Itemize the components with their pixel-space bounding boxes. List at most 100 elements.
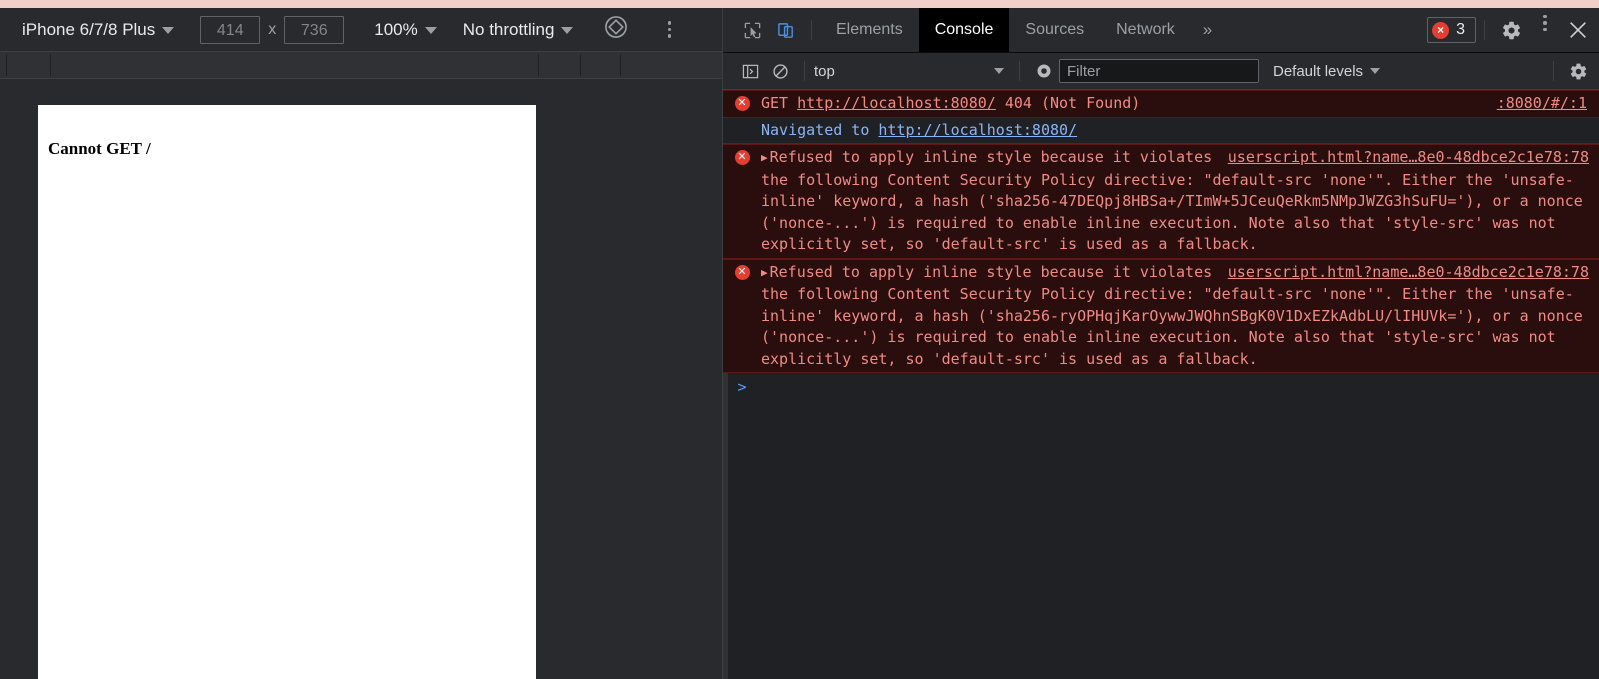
execution-context-selector[interactable]: top — [814, 63, 1010, 80]
device-selector-label: iPhone 6/7/8 Plus — [22, 19, 156, 39]
message-source-link[interactable]: userscript.html?name…8e0-48dbce2c1e78:78 — [1228, 147, 1589, 169]
error-icon: ✕ — [734, 150, 750, 165]
message-text: Navigated to http://localhost:8080/ — [761, 120, 1599, 142]
viewport-height-input[interactable]: 736 — [284, 15, 345, 44]
viewport-area: Cannot GET / — [0, 79, 722, 679]
clear-console-icon — [772, 63, 788, 79]
toggle-device-toolbar-icon — [777, 22, 793, 38]
ruler-tick — [50, 54, 51, 76]
rotate-device-button[interactable] — [603, 14, 629, 45]
ruler-tick — [6, 54, 7, 76]
toggle-device-toolbar-button[interactable] — [769, 8, 803, 52]
error-icon: ✕ — [734, 96, 750, 111]
more-tabs-button[interactable]: » — [1191, 8, 1224, 52]
message-gutter: ✕ — [723, 93, 761, 115]
devtools-tabbar: Elements Console Sources Network » × 3 — [723, 8, 1599, 53]
devtools-panel: Elements Console Sources Network » × 3 t… — [722, 8, 1599, 679]
viewport-ruler[interactable] — [0, 52, 722, 79]
error-icon: × — [1432, 21, 1450, 39]
rotate-device-icon — [605, 16, 628, 38]
toolbar-divider — [1484, 20, 1485, 40]
dot — [1543, 21, 1547, 25]
error-count-label: 3 — [1456, 21, 1465, 38]
toolbar-divider — [804, 61, 805, 81]
throttling-selector-label: No throttling — [462, 19, 555, 39]
gear-icon — [1502, 21, 1520, 39]
message-text: userscript.html?name…8e0-48dbce2c1e78:78… — [761, 262, 1599, 371]
chevron-down-icon — [424, 27, 437, 34]
console-message-info[interactable]: Navigated to http://localhost:8080/ — [723, 117, 1599, 144]
message-prefix: GET — [761, 94, 798, 112]
message-url-link[interactable]: http://localhost:8080/ — [878, 121, 1077, 139]
error-icon: ✕ — [734, 264, 750, 280]
console-settings-button[interactable] — [1563, 62, 1593, 81]
message-source-link[interactable]: :8080/#/:1 — [1497, 94, 1587, 112]
zoom-selector[interactable]: 100% — [374, 19, 437, 40]
message-suffix: 404 (Not Found) — [995, 94, 1141, 112]
message-prefix: Refused to apply inline style — [769, 262, 1041, 281]
inspect-element-icon — [744, 22, 760, 38]
message-text: userscript.html?name…8e0-48dbce2c1e78:78… — [761, 147, 1599, 256]
error-count-badge[interactable]: × 3 — [1427, 17, 1476, 43]
tab-elements[interactable]: Elements — [820, 8, 919, 52]
dot — [667, 27, 672, 32]
eye-icon — [1037, 64, 1051, 78]
devtools-settings-button[interactable] — [1493, 8, 1529, 52]
expand-arrow-icon[interactable]: ▶ — [761, 147, 768, 169]
message-source-link[interactable]: userscript.html?name…8e0-48dbce2c1e78:78 — [1228, 262, 1589, 284]
throttling-selector[interactable]: No throttling — [463, 20, 574, 40]
console-log-levels-selector[interactable]: Default levels — [1273, 62, 1381, 80]
ruler-tick — [580, 54, 581, 76]
console-filter-toolbar: top Default levels — [723, 53, 1599, 90]
device-selector[interactable]: iPhone 6/7/8 Plus — [22, 19, 175, 40]
tab-console[interactable]: Console — [918, 8, 1010, 52]
devtools-window: iPhone 6/7/8 Plus 414 x 736 100% No thro… — [0, 0, 1599, 679]
chevron-down-icon — [1370, 68, 1381, 74]
tabbar-spacer — [1224, 8, 1427, 52]
console-log-levels-label: Default levels — [1273, 62, 1364, 80]
emulated-page-frame[interactable]: Cannot GET / — [38, 105, 536, 679]
console-filter-input[interactable] — [1059, 59, 1259, 83]
chevron-down-icon — [162, 27, 175, 34]
inspect-element-button[interactable] — [735, 8, 769, 52]
close-icon — [1570, 22, 1586, 38]
dot — [1543, 14, 1547, 19]
viewport-width-input[interactable]: 414 — [200, 15, 261, 44]
prompt-caret-icon: > — [737, 378, 747, 396]
ruler-tick — [620, 54, 621, 76]
expand-arrow-icon[interactable]: ▶ — [761, 262, 768, 284]
clear-console-button[interactable] — [765, 63, 795, 80]
console-prompt-row[interactable]: > — [723, 373, 1599, 404]
toolbar-divider — [1019, 61, 1020, 81]
page-body-text: Cannot GET / — [48, 139, 151, 158]
devtools-main-menu-button[interactable] — [1533, 8, 1557, 38]
message-gutter: ✕ — [723, 262, 761, 371]
live-expression-button[interactable] — [1029, 62, 1059, 80]
console-message-list[interactable]: ✕ GET http://localhost:8080/ 404 (Not Fo… — [723, 90, 1599, 679]
toolbar-divider — [1553, 61, 1554, 81]
tab-sources[interactable]: Sources — [1009, 8, 1100, 52]
console-sidebar-icon — [742, 64, 758, 78]
console-message-error[interactable]: ✕ userscript.html?name…8e0-48dbce2c1e78:… — [723, 144, 1599, 259]
dot — [1543, 27, 1547, 32]
console-sidebar-toggle-button[interactable] — [735, 63, 765, 80]
console-message-error[interactable]: ✕ GET http://localhost:8080/ 404 (Not Fo… — [723, 90, 1599, 118]
message-text: GET http://localhost:8080/ 404 (Not Foun… — [761, 93, 1599, 115]
ruler-tick — [538, 54, 539, 76]
message-url-link[interactable]: http://localhost:8080/ — [797, 94, 996, 112]
chevron-down-icon — [994, 68, 1004, 74]
device-emulation-pane: iPhone 6/7/8 Plus 414 x 736 100% No thro… — [0, 8, 722, 679]
browser-chrome-strip — [0, 0, 1599, 8]
device-more-options-button[interactable] — [657, 15, 681, 45]
dimension-separator: x — [268, 20, 277, 38]
console-message-error[interactable]: ✕ userscript.html?name…8e0-48dbce2c1e78:… — [723, 258, 1599, 373]
dot — [667, 21, 672, 25]
message-gutter — [723, 120, 761, 142]
message-gutter: ✕ — [723, 147, 761, 256]
close-devtools-button[interactable] — [1561, 8, 1599, 52]
console-prompt-input[interactable] — [761, 378, 1599, 396]
tab-network[interactable]: Network — [1100, 8, 1191, 52]
zoom-selector-label: 100% — [374, 19, 418, 39]
dot — [667, 34, 672, 38]
toolbar-divider — [811, 20, 812, 40]
